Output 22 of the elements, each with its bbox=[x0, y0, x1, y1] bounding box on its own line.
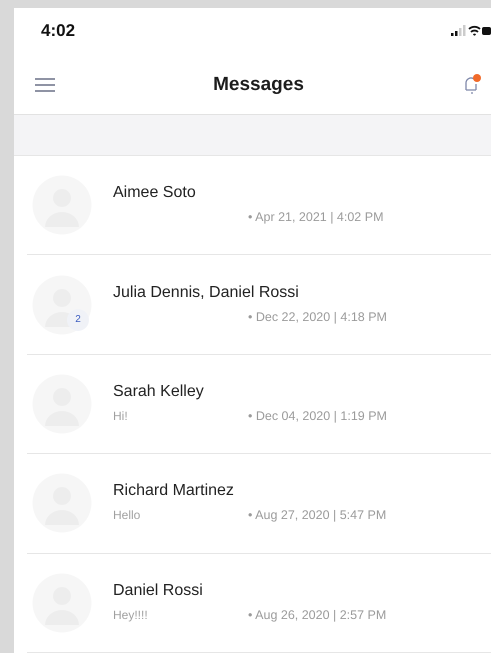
message-date: • Dec 04, 2020 | 1:19 PM bbox=[248, 409, 387, 424]
contact-name: Daniel Rossi bbox=[113, 582, 204, 600]
conversation-row[interactable]: Daniel Rossi Hey!!!! • Aug 26, 2020 | 2:57 PM bbox=[27, 554, 491, 653]
conversation-row[interactable]: Sarah Kelley Hi! • Dec 04, 2020 | 1:19 PM bbox=[27, 354, 491, 454]
contact-name: Richard Martinez bbox=[113, 482, 235, 500]
message-date: • Apr 21, 2021 | 4:02 PM bbox=[248, 210, 384, 224]
message-date: • Aug 27, 2020 | 5:47 PM bbox=[248, 508, 386, 522]
menu-icon[interactable] bbox=[34, 76, 56, 93]
contact-name: Aimee Soto bbox=[113, 184, 197, 202]
message-date: • Dec 22, 2020 | 4:18 PM bbox=[248, 310, 387, 324]
message-preview: Hello bbox=[113, 508, 140, 522]
conversation-row[interactable]: Richard Martinez Hello • Aug 27, 2020 | 5:47 PM bbox=[27, 454, 491, 554]
message-preview: Hey!!!! bbox=[113, 608, 148, 622]
contact-name: Julia Dennis, Daniel Rossi bbox=[113, 284, 300, 302]
status-time: 4:02 bbox=[41, 21, 76, 42]
conversation-row[interactable]: Aimee Soto • Apr 21, 2021 | 4:02 PM bbox=[27, 156, 491, 256]
message-preview: Hi! bbox=[113, 409, 128, 424]
status-icons-drawing bbox=[451, 24, 491, 38]
page-title: Messages bbox=[213, 74, 304, 96]
message-date: • Aug 26, 2020 | 2:57 PM bbox=[248, 608, 386, 622]
conversation-row[interactable]: 2 Julia Dennis, Daniel Rossi • Dec 22, 2020 | 4:18 PM bbox=[27, 255, 491, 355]
contact-name: Sarah Kelley bbox=[113, 383, 205, 402]
